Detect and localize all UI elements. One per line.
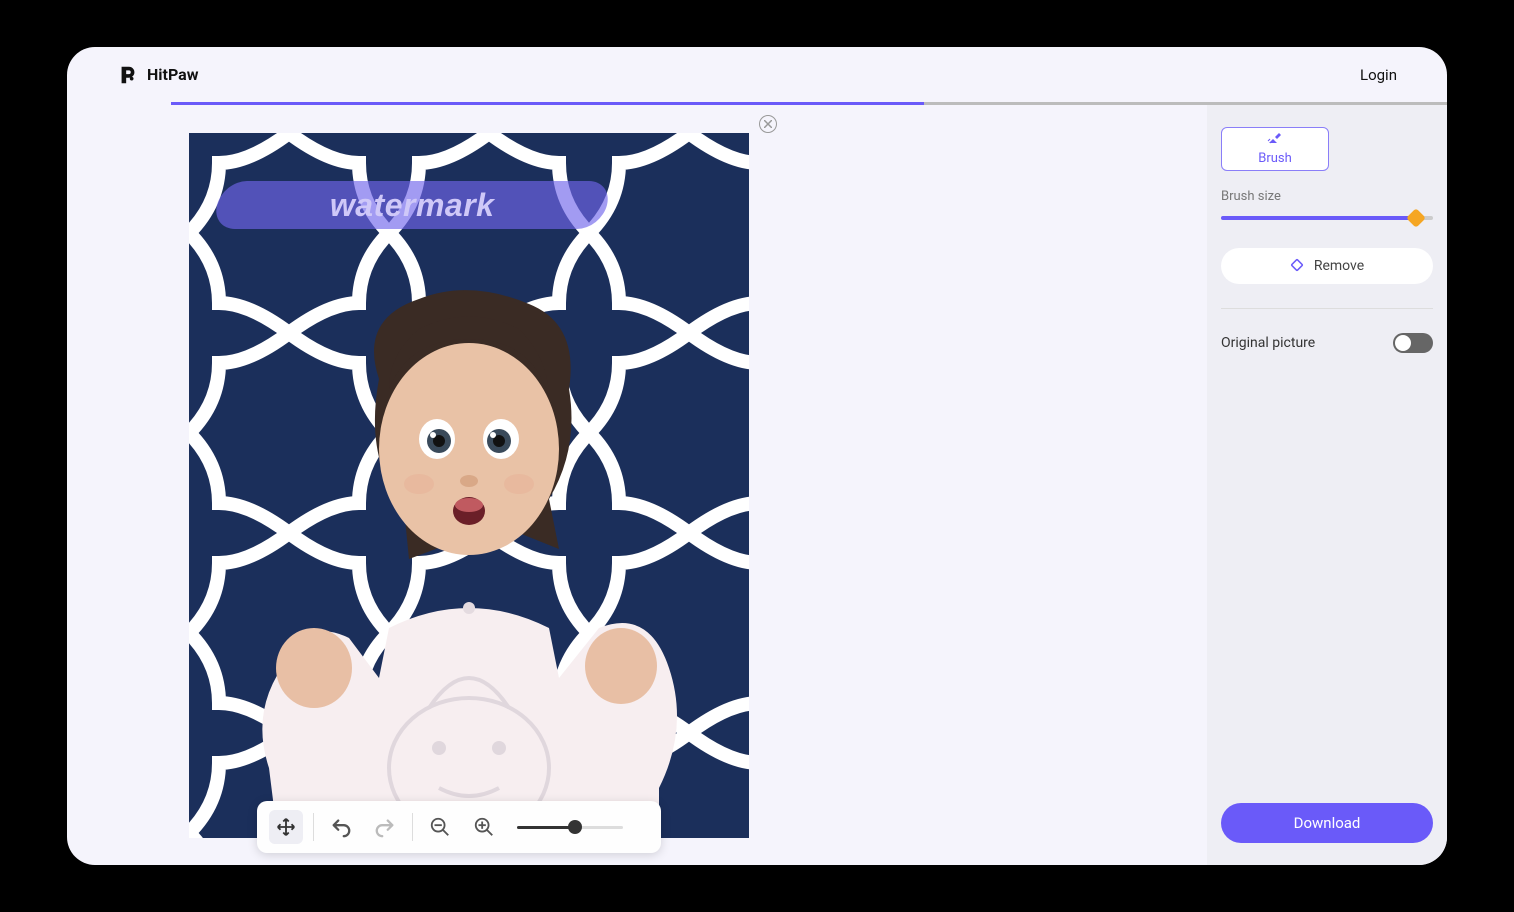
hitpaw-icon bbox=[117, 64, 139, 86]
brand-logo[interactable]: HitPaw bbox=[117, 64, 198, 86]
original-picture-toggle[interactable] bbox=[1393, 333, 1433, 353]
image-subject-face bbox=[349, 289, 589, 569]
main-area: watermark bbox=[67, 105, 1447, 865]
undo-button[interactable] bbox=[324, 810, 358, 844]
watermark-text: watermark bbox=[330, 187, 495, 224]
brush-mode-label: Brush bbox=[1258, 151, 1292, 166]
toolbar-separator bbox=[412, 813, 413, 841]
canvas-area: watermark bbox=[67, 105, 1207, 865]
canvas-toolbar bbox=[257, 801, 661, 853]
download-label: Download bbox=[1294, 814, 1361, 832]
brush-icon bbox=[1267, 133, 1283, 149]
brush-size-label: Brush size bbox=[1221, 189, 1433, 204]
toolbar-separator bbox=[313, 813, 314, 841]
eraser-icon bbox=[1290, 256, 1306, 276]
brush-size-slider[interactable] bbox=[1221, 216, 1433, 220]
move-tool-button[interactable] bbox=[269, 810, 303, 844]
image-preview[interactable]: watermark bbox=[189, 133, 749, 838]
brand-name: HitPaw bbox=[147, 65, 198, 84]
zoom-slider[interactable] bbox=[517, 826, 623, 829]
brush-size-slider-thumb[interactable] bbox=[1406, 208, 1426, 228]
remove-label: Remove bbox=[1314, 258, 1364, 274]
zoom-out-button[interactable] bbox=[423, 810, 457, 844]
close-image-button[interactable] bbox=[759, 115, 777, 133]
zoom-in-button[interactable] bbox=[467, 810, 501, 844]
header: HitPaw Login bbox=[67, 47, 1447, 102]
app-window: HitPaw Login bbox=[67, 47, 1447, 865]
zoom-slider-thumb[interactable] bbox=[568, 820, 582, 834]
side-separator bbox=[1221, 308, 1433, 309]
remove-button[interactable]: Remove bbox=[1221, 248, 1433, 284]
side-panel: Brush Brush size Remove Original picture bbox=[1207, 105, 1447, 865]
download-button[interactable]: Download bbox=[1221, 803, 1433, 843]
brush-mode-button[interactable]: Brush bbox=[1221, 127, 1329, 171]
redo-button[interactable] bbox=[368, 810, 402, 844]
original-picture-label: Original picture bbox=[1221, 335, 1315, 351]
toggle-knob bbox=[1395, 335, 1411, 351]
watermark-brush-selection[interactable]: watermark bbox=[211, 181, 613, 229]
original-picture-row: Original picture bbox=[1221, 333, 1433, 353]
login-link[interactable]: Login bbox=[1360, 66, 1397, 84]
